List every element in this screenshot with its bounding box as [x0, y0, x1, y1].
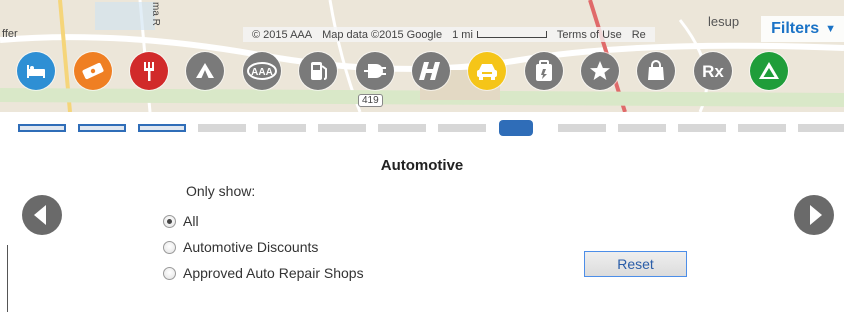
category-dining[interactable] [130, 52, 168, 90]
reset-button[interactable]: Reset [584, 251, 687, 277]
map-data-credit: Map data ©2015 Google [322, 28, 443, 41]
option-automotive-discounts[interactable]: Automotive Discounts [163, 239, 318, 255]
pager-segment[interactable] [618, 124, 666, 132]
attractions-icon [590, 61, 610, 80]
category-attractions[interactable] [581, 52, 619, 90]
category-campground[interactable] [750, 52, 788, 90]
pager-segment[interactable] [258, 124, 306, 132]
travel-store-icon [536, 60, 552, 81]
pager-segment[interactable] [678, 124, 726, 132]
campground-icon [759, 62, 779, 79]
map-scale: 1 mi [447, 29, 552, 41]
pager-segment[interactable] [798, 124, 844, 132]
map-road-label: ma R [150, 2, 161, 26]
map-scale-bar [476, 31, 547, 39]
category-aaa[interactable]: AAA [243, 52, 281, 90]
radio-button[interactable] [163, 266, 176, 280]
gas-icon [311, 62, 327, 80]
map-terms-link[interactable]: Terms of Use [552, 29, 627, 41]
map-report-link[interactable]: Re [627, 29, 651, 41]
option-label: All [183, 213, 199, 229]
map-scale-label: 1 mi [452, 28, 473, 41]
option-all[interactable]: All [163, 213, 199, 229]
pager-segment[interactable] [738, 124, 786, 132]
divider [7, 245, 8, 312]
aaa-icon: AAA [247, 62, 277, 80]
option-approved-auto-repair[interactable]: Approved Auto Repair Shops [163, 265, 364, 281]
previous-arrow-icon[interactable] [20, 193, 64, 237]
ticket-icon [82, 62, 104, 80]
category-pharmacy[interactable]: Rx [694, 52, 732, 90]
pager-segment[interactable] [558, 124, 606, 132]
pager-segment[interactable] [138, 124, 186, 132]
aaa-text: AAA [251, 67, 273, 78]
pager-segment[interactable] [378, 124, 426, 132]
category-ev-charging[interactable] [356, 52, 394, 90]
map-copyright: © 2015 AAA [252, 28, 313, 41]
next-arrow-icon[interactable] [792, 193, 836, 237]
category-shopping[interactable] [637, 52, 675, 90]
radio-button[interactable] [163, 214, 176, 228]
map-place-label: ffer [2, 28, 18, 40]
category-travel-store[interactable] [525, 52, 563, 90]
category-automotive[interactable] [468, 52, 506, 90]
pager-segment[interactable] [438, 124, 486, 132]
shopping-icon [648, 60, 664, 80]
option-label: Approved Auto Repair Shops [183, 265, 364, 281]
only-show-label: Only show: [186, 183, 256, 199]
option-label: Automotive Discounts [183, 239, 319, 255]
category-tickets[interactable] [74, 52, 112, 90]
pager-segment[interactable] [18, 124, 66, 132]
panel-title: Automotive [380, 157, 464, 174]
pager-segment[interactable] [78, 124, 126, 132]
pager-segment-current[interactable] [499, 120, 533, 136]
map-attribution: © 2015 AAA Map data ©2015 Google 1 mi Te… [243, 27, 655, 42]
dining-icon [144, 62, 154, 81]
automotive-icon [477, 64, 497, 80]
filters-button[interactable]: Filters ▼ [761, 16, 844, 42]
ev-charging-icon [364, 64, 386, 78]
pager-segment[interactable] [198, 124, 246, 132]
radio-button[interactable] [163, 240, 176, 254]
category-camping[interactable] [186, 52, 224, 90]
caret-down-icon: ▼ [825, 23, 836, 35]
lodging-icon [27, 65, 45, 78]
category-gas[interactable] [299, 52, 337, 90]
map-place-label-right: lesup [708, 14, 740, 29]
category-lodging[interactable] [17, 52, 55, 90]
map-strip[interactable]: ffer ma R lesup 419 © 2015 AAA Map data … [0, 0, 844, 112]
pharmacy-text: Rx [702, 62, 724, 81]
pharmacy-icon: Rx [702, 62, 724, 81]
hertz-icon [419, 62, 440, 80]
filters-label: Filters [771, 20, 820, 37]
category-pager [18, 120, 844, 136]
camping-icon [196, 63, 214, 78]
category-hertz[interactable] [412, 52, 450, 90]
category-icon-row: AAA Rx [0, 52, 844, 98]
pager-segment[interactable] [318, 124, 366, 132]
